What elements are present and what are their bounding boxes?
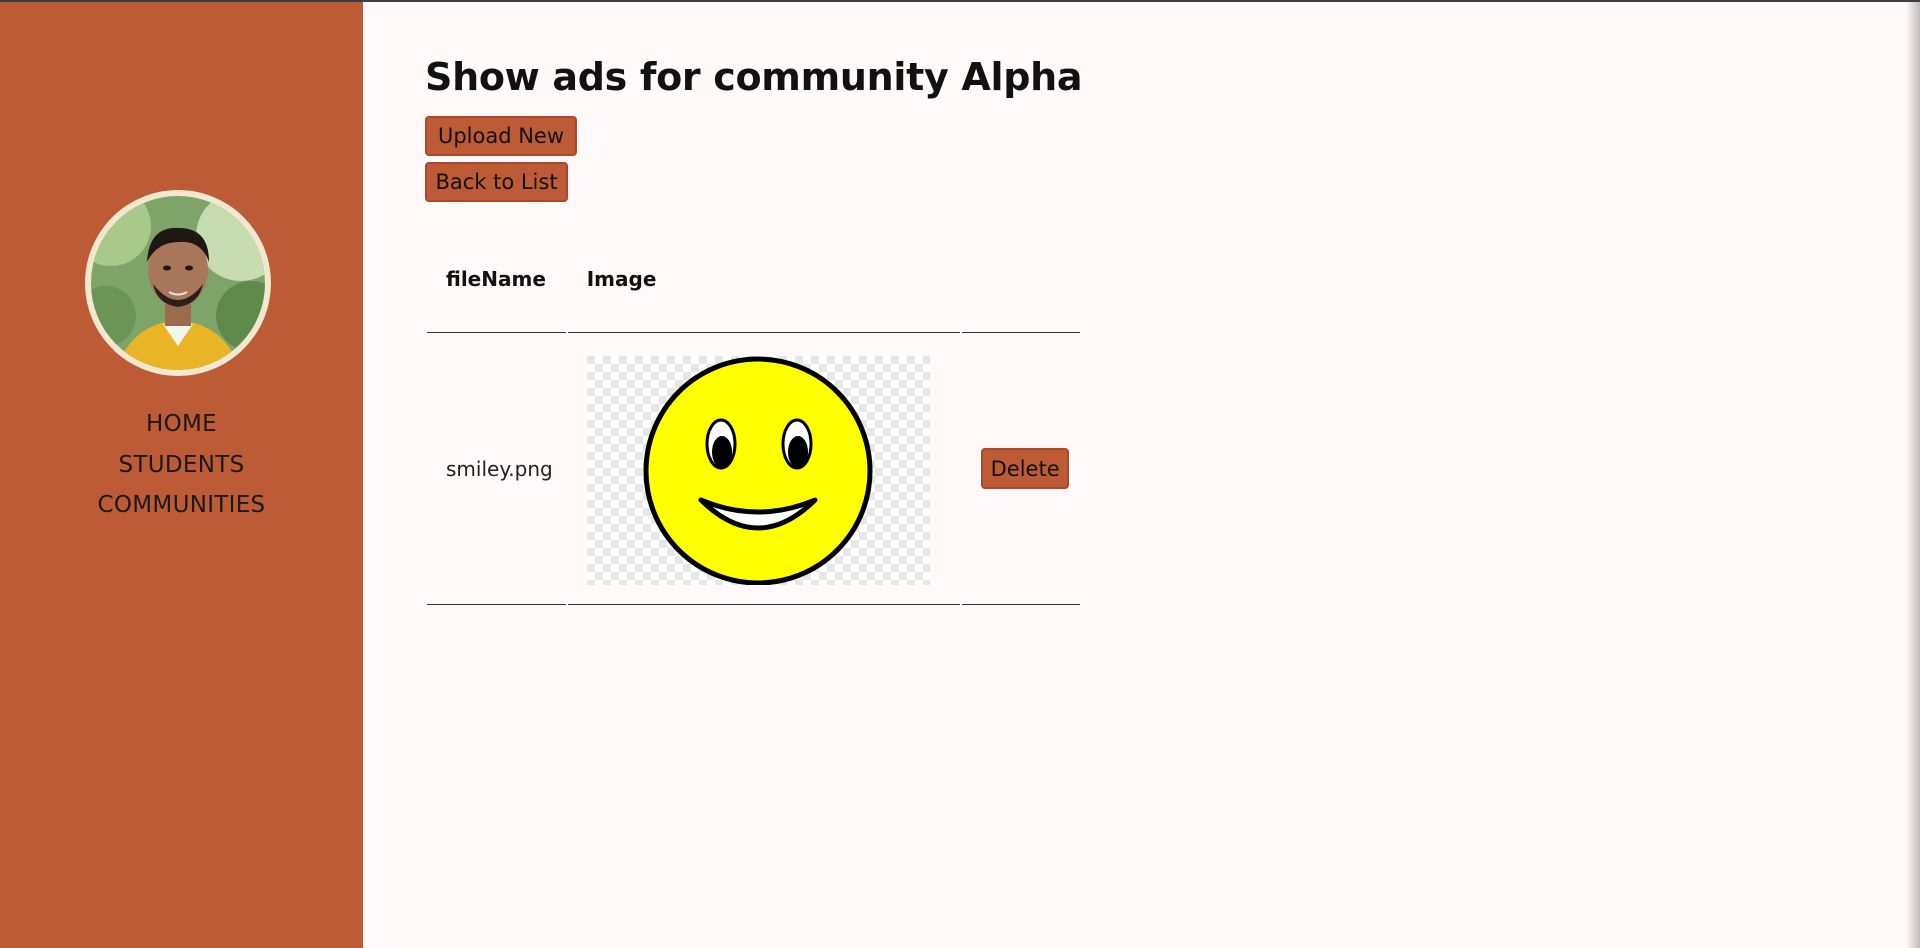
sidebar: HOME STUDENTS COMMUNITIES — [0, 2, 363, 948]
back-to-list-button[interactable]: Back to List — [425, 162, 568, 202]
column-header-image: Image — [567, 225, 961, 333]
image-cell — [567, 333, 961, 605]
nav-item-students[interactable]: STUDENTS — [0, 445, 363, 486]
table-header-row: fileName Image — [427, 225, 1081, 333]
sidebar-nav: HOME STUDENTS COMMUNITIES — [0, 404, 363, 526]
nav-item-communities[interactable]: COMMUNITIES — [0, 485, 363, 526]
main-content: Show ads for community Alpha Upload New … — [425, 52, 1083, 605]
filename-cell: smiley.png — [427, 333, 566, 605]
avatar — [85, 190, 271, 376]
upload-new-button[interactable]: Upload New — [425, 116, 577, 156]
smiley-face-icon — [586, 356, 930, 585]
column-header-actions — [962, 225, 1081, 333]
column-header-filename: fileName — [427, 225, 566, 333]
delete-button[interactable]: Delete — [981, 448, 1070, 489]
avatar-photo — [91, 196, 265, 370]
nav-item-home[interactable]: HOME — [0, 404, 363, 445]
window-edge-shadow — [1906, 2, 1920, 948]
page-title: Show ads for community Alpha — [425, 55, 1083, 99]
table-row: smiley.png Delete — [427, 333, 1081, 605]
actions-cell: Delete — [962, 333, 1081, 605]
ads-table: fileName Image smiley.png Delete — [425, 225, 1082, 605]
